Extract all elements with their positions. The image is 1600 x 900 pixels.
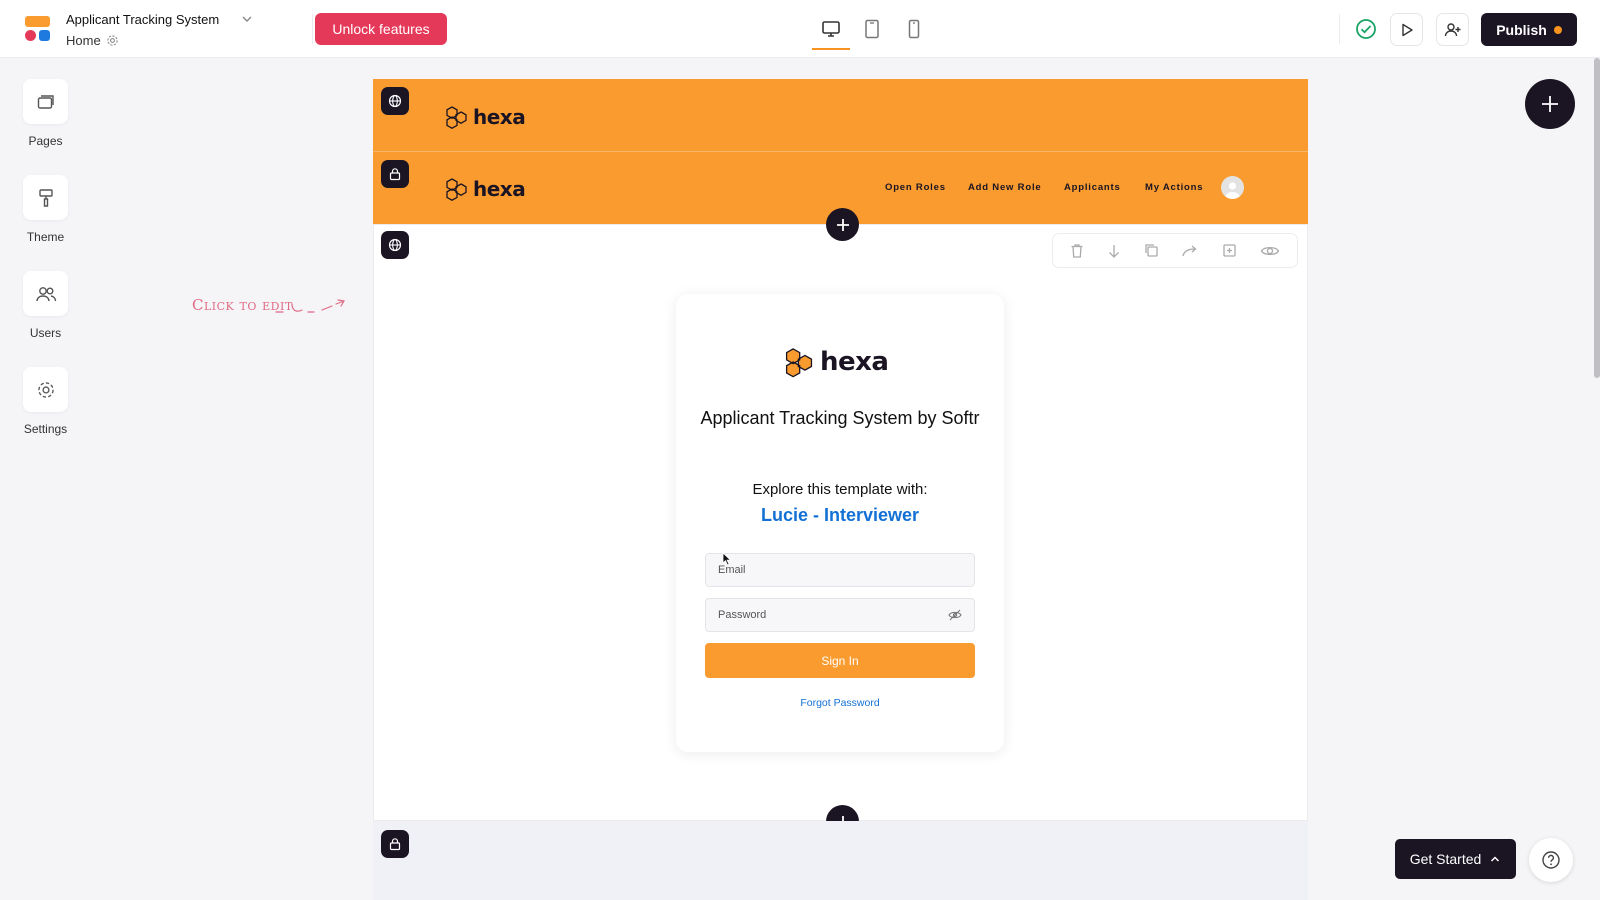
sidebar-item-theme[interactable] xyxy=(23,175,68,220)
explore-text: Explore this template with: xyxy=(752,481,928,498)
saved-check-icon xyxy=(1355,18,1377,40)
trash-icon[interactable] xyxy=(1070,243,1084,259)
sidebar-item-pages[interactable] xyxy=(23,79,68,124)
play-icon xyxy=(1401,23,1413,36)
brand-name: hexa xyxy=(473,105,526,129)
password-field[interactable]: Password xyxy=(705,598,975,632)
publish-button[interactable]: Publish xyxy=(1481,13,1577,46)
lock-icon[interactable] xyxy=(381,830,409,858)
mobile-icon[interactable] xyxy=(900,16,928,42)
page-name[interactable]: Home xyxy=(66,33,101,48)
gear-icon[interactable] xyxy=(106,34,119,47)
brand-logo[interactable]: hexa xyxy=(445,177,526,201)
sidebar-item-label: Settings xyxy=(23,422,68,436)
scrollbar[interactable] xyxy=(1594,58,1600,378)
email-field[interactable]: Email xyxy=(705,553,975,587)
unpublished-changes-dot xyxy=(1553,25,1562,34)
help-icon xyxy=(1542,851,1560,869)
demo-user-link[interactable]: Lucie - Interviewer xyxy=(691,505,989,526)
lock-icon[interactable] xyxy=(381,160,409,188)
hint-arrow-icon xyxy=(275,299,345,313)
sign-in-button[interactable]: Sign In xyxy=(705,643,975,678)
arrow-down-icon[interactable] xyxy=(1107,243,1121,259)
get-started-button[interactable]: Get Started xyxy=(1395,839,1516,879)
invite-user-button[interactable] xyxy=(1436,13,1469,46)
nav-link-open-roles[interactable]: Open Roles xyxy=(885,182,946,193)
redo-icon[interactable] xyxy=(1181,244,1199,258)
nav-link-applicants[interactable]: Applicants xyxy=(1064,182,1121,193)
login-title: Applicant Tracking System by Softr xyxy=(700,408,980,428)
add-block-button[interactable] xyxy=(826,208,859,241)
help-button[interactable] xyxy=(1529,838,1573,882)
plus-icon xyxy=(836,218,849,231)
app-title[interactable]: Applicant Tracking System xyxy=(66,12,219,27)
save-block-icon[interactable] xyxy=(1222,243,1237,258)
user-avatar-icon xyxy=(1225,182,1240,199)
app-logo[interactable] xyxy=(25,16,51,42)
pages-icon xyxy=(37,94,54,109)
mouse-cursor-icon xyxy=(722,552,732,566)
login-brand-logo: hexa xyxy=(784,346,889,378)
hexagon-logo-icon xyxy=(446,178,467,201)
header-block-public[interactable]: hexa xyxy=(373,79,1308,151)
eye-off-icon[interactable] xyxy=(948,609,962,621)
get-started-label: Get Started xyxy=(1409,851,1482,867)
nav-link-add-new-role[interactable]: Add New Role xyxy=(968,182,1041,193)
block-toolbar xyxy=(1052,233,1298,268)
forgot-password-link[interactable]: Forgot Password xyxy=(691,697,989,709)
sidebar-item-label: Users xyxy=(29,326,62,340)
plus-icon xyxy=(1542,96,1558,112)
gear-icon xyxy=(37,381,54,398)
eye-icon[interactable] xyxy=(1260,244,1280,258)
device-selected-indicator xyxy=(812,48,850,50)
publish-label: Publish xyxy=(1496,21,1547,38)
sidebar-item-label: Pages xyxy=(28,134,63,148)
hexagon-logo-icon xyxy=(446,106,467,129)
user-plus-icon xyxy=(1444,22,1460,36)
chevron-down-icon[interactable] xyxy=(240,12,254,26)
tablet-icon[interactable] xyxy=(858,16,886,42)
add-block-fab[interactable] xyxy=(1525,79,1575,129)
users-icon xyxy=(35,286,56,301)
sidebar-item-settings[interactable] xyxy=(23,367,68,412)
footer-block-section[interactable] xyxy=(373,821,1308,900)
globe-icon[interactable] xyxy=(381,87,409,115)
chevron-up-icon xyxy=(1491,856,1500,862)
top-bar: Applicant Tracking System Home Unlock fe… xyxy=(0,0,1600,58)
duplicate-icon[interactable] xyxy=(1144,243,1159,258)
globe-icon[interactable] xyxy=(381,231,409,259)
unlock-features-button[interactable]: Unlock features xyxy=(315,13,447,45)
brand-name: hexa xyxy=(473,177,526,201)
divider xyxy=(1339,14,1340,44)
hexagon-logo-icon xyxy=(785,348,813,378)
sidebar-item-users[interactable] xyxy=(23,271,68,316)
avatar[interactable] xyxy=(1221,176,1244,199)
divider xyxy=(312,14,313,44)
paint-roller-icon xyxy=(38,188,53,207)
login-brand-name: hexa xyxy=(820,347,889,377)
desktop-icon[interactable] xyxy=(817,16,845,42)
sidebar-item-label: Theme xyxy=(26,230,65,244)
preview-button[interactable] xyxy=(1390,13,1423,46)
nav-link-my-actions[interactable]: My Actions xyxy=(1145,182,1203,193)
password-placeholder: Password xyxy=(718,609,767,621)
brand-logo[interactable]: hexa xyxy=(445,105,526,129)
login-card: hexa Applicant Tracking System by Softr … xyxy=(676,294,1004,752)
